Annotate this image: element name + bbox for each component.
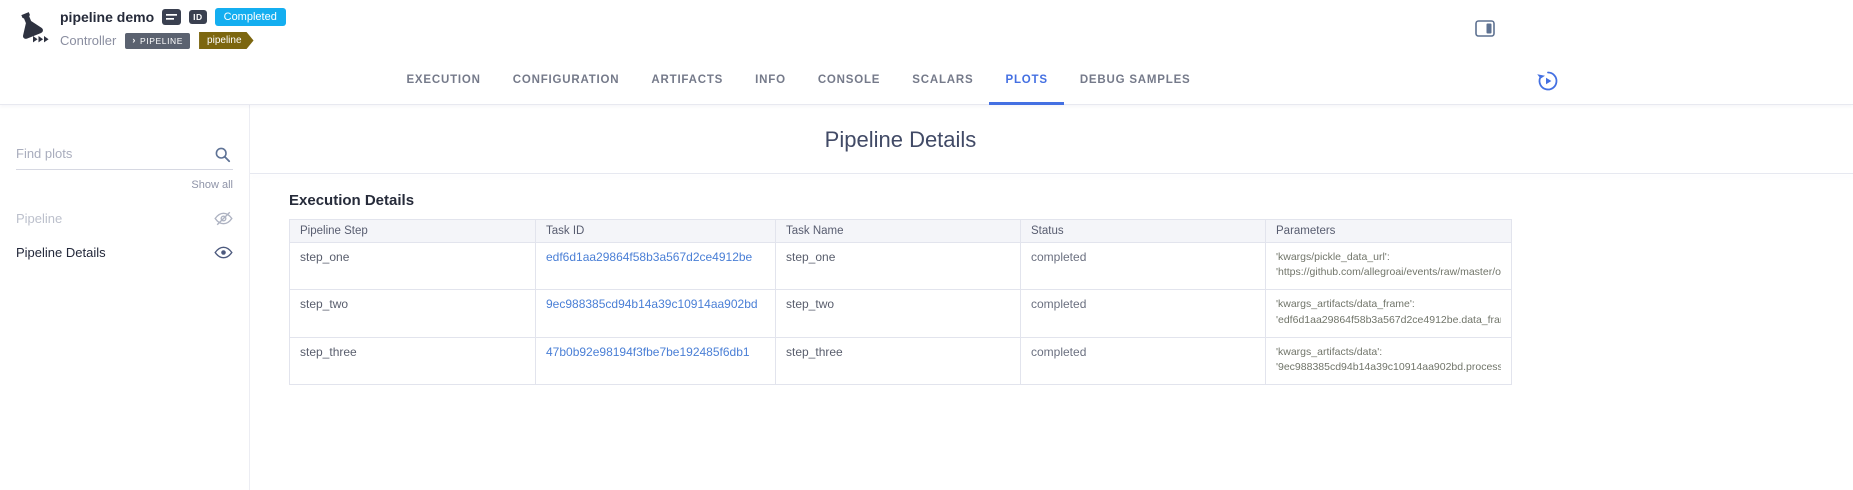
- param-value: 'https://github.com/allegroai/events/raw…: [1276, 265, 1501, 280]
- plot-list: Pipeline Pipeline Details: [16, 201, 233, 269]
- status-badge: Completed: [215, 8, 286, 26]
- param-value: '9ec988385cd94b14a39c10914aa902bd.proces…: [1276, 360, 1501, 375]
- col-header-task-id: Task ID: [536, 220, 776, 243]
- plots-sidebar: Show all Pipeline Pipeline Details: [0, 105, 250, 490]
- param-value: 'edf6d1aa29864f58b3a567d2ce4912be.data_f…: [1276, 313, 1501, 328]
- side-panel-toggle-icon[interactable]: [1475, 20, 1495, 42]
- top-header: pipeline demo ID Completed Controller › …: [0, 0, 1853, 57]
- controller-label: Controller: [60, 33, 116, 48]
- cell-step: step_one: [290, 243, 536, 290]
- eye-icon[interactable]: [214, 245, 233, 260]
- tab-execution[interactable]: EXECUTION: [390, 57, 496, 105]
- cell-status: completed: [1021, 243, 1266, 290]
- task-id-link[interactable]: 47b0b92e98194f3fbe7be192485f6db1: [546, 345, 765, 359]
- description-icon[interactable]: [162, 9, 181, 25]
- pipeline-title: pipeline demo: [60, 9, 154, 25]
- tab-configuration[interactable]: CONFIGURATION: [497, 57, 636, 105]
- sidebar-item-pipeline-details[interactable]: Pipeline Details: [16, 235, 233, 269]
- param-key: 'kwargs_artifacts/data':: [1276, 345, 1501, 360]
- table-header-row: Pipeline Step Task ID Task Name Status P…: [290, 220, 1512, 243]
- task-id-link[interactable]: edf6d1aa29864f58b3a567d2ce4912be: [546, 250, 765, 264]
- cell-status: completed: [1021, 290, 1266, 337]
- search-field-wrap: [16, 141, 233, 170]
- col-header-pipeline-step: Pipeline Step: [290, 220, 536, 243]
- table-row: step_one edf6d1aa29864f58b3a567d2ce4912b…: [290, 243, 1512, 290]
- id-badge[interactable]: ID: [189, 10, 207, 24]
- sidebar-item-pipeline[interactable]: Pipeline: [16, 201, 233, 235]
- tab-plots[interactable]: PLOTS: [989, 57, 1063, 105]
- cell-task-name: step_three: [776, 337, 1021, 384]
- param-key: 'kwargs/pickle_data_url':: [1276, 250, 1501, 265]
- tab-bar: EXECUTION CONFIGURATION ARTIFACTS INFO C…: [0, 57, 1853, 105]
- tabs-group: EXECUTION CONFIGURATION ARTIFACTS INFO C…: [0, 57, 1725, 105]
- clearml-logo-icon[interactable]: [10, 7, 54, 51]
- tab-scalars[interactable]: SCALARS: [896, 57, 989, 105]
- chevron-right-icon: ›: [132, 36, 136, 45]
- plot-title: Pipeline Details: [289, 127, 1512, 153]
- cell-step: step_two: [290, 290, 536, 337]
- flask-logo-icon: [12, 9, 52, 49]
- show-all-link[interactable]: Show all: [16, 179, 233, 191]
- tab-artifacts[interactable]: ARTIFACTS: [635, 57, 739, 105]
- plot-main-area: Pipeline Details Execution Details Pipel…: [250, 105, 1853, 490]
- sidebar-item-label: Pipeline: [16, 211, 62, 226]
- auto-refresh-icon[interactable]: [1536, 69, 1560, 98]
- cell-parameters: 'kwargs_artifacts/data_frame': 'edf6d1aa…: [1266, 290, 1512, 337]
- cell-step: step_three: [290, 337, 536, 384]
- execution-details-table: Pipeline Step Task ID Task Name Status P…: [289, 219, 1512, 385]
- task-id-link[interactable]: 9ec988385cd94b14a39c10914aa902bd: [546, 297, 765, 311]
- tab-console[interactable]: CONSOLE: [802, 57, 896, 105]
- table-row: step_two 9ec988385cd94b14a39c10914aa902b…: [290, 290, 1512, 337]
- pipeline-type-badge: › PIPELINE: [125, 33, 190, 49]
- sidebar-item-label: Pipeline Details: [16, 245, 106, 260]
- content-area: Show all Pipeline Pipeline Details: [0, 105, 1853, 490]
- execution-details-card: Execution Details Pipeline Step Task ID …: [289, 192, 1512, 385]
- find-plots-input[interactable]: [16, 141, 233, 170]
- search-icon[interactable]: [214, 146, 231, 168]
- col-header-status: Status: [1021, 220, 1266, 243]
- project-tag: pipeline: [199, 32, 253, 49]
- cell-task-name: step_two: [776, 290, 1021, 337]
- table-row: step_three 47b0b92e98194f3fbe7be192485f6…: [290, 337, 1512, 384]
- tab-info[interactable]: INFO: [739, 57, 802, 105]
- cell-parameters: 'kwargs/pickle_data_url': 'https://githu…: [1266, 243, 1512, 290]
- col-header-parameters: Parameters: [1266, 220, 1512, 243]
- section-title: Execution Details: [289, 192, 1512, 209]
- col-header-task-name: Task Name: [776, 220, 1021, 243]
- title-divider: [250, 173, 1853, 174]
- param-key: 'kwargs_artifacts/data_frame':: [1276, 297, 1501, 312]
- pipeline-type-label: PIPELINE: [140, 36, 183, 46]
- eye-off-icon[interactable]: [214, 211, 233, 226]
- cell-task-name: step_one: [776, 243, 1021, 290]
- cell-status: completed: [1021, 337, 1266, 384]
- cell-parameters: 'kwargs_artifacts/data': '9ec988385cd94b…: [1266, 337, 1512, 384]
- app-window: pipeline demo ID Completed Controller › …: [0, 0, 1853, 490]
- tab-debug-samples[interactable]: DEBUG SAMPLES: [1064, 57, 1207, 105]
- header-titles: pipeline demo ID Completed Controller › …: [60, 6, 286, 52]
